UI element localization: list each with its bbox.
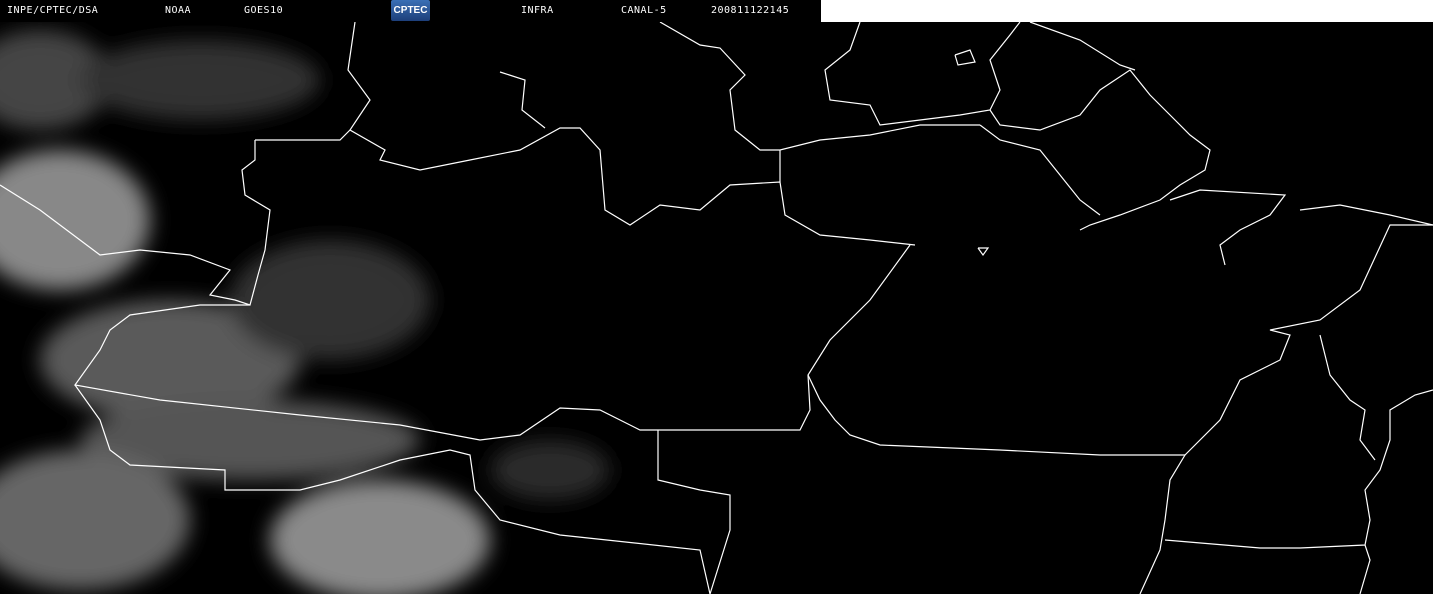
cloud-cover <box>0 30 610 594</box>
channel-label: CANAL-5 <box>621 5 667 16</box>
header-bar: INPE/CPTEC/DSA NOAA GOES10 CPTEC INFRA C… <box>0 0 821 22</box>
agency-label: NOAA <box>165 5 192 16</box>
timestamp-label: 200811122145 <box>711 5 790 16</box>
satellite-map <box>0 22 1433 594</box>
cptec-logo: CPTEC <box>391 0 430 21</box>
satellite-label: GOES10 <box>244 5 284 16</box>
institution-label: INPE/CPTEC/DSA <box>7 5 99 16</box>
logo-text: CPTEC <box>393 5 428 16</box>
header-blank-area <box>821 0 1433 22</box>
band-label: INFRA <box>521 5 554 16</box>
satellite-image-viewer: INPE/CPTEC/DSA NOAA GOES10 CPTEC INFRA C… <box>0 0 1433 594</box>
